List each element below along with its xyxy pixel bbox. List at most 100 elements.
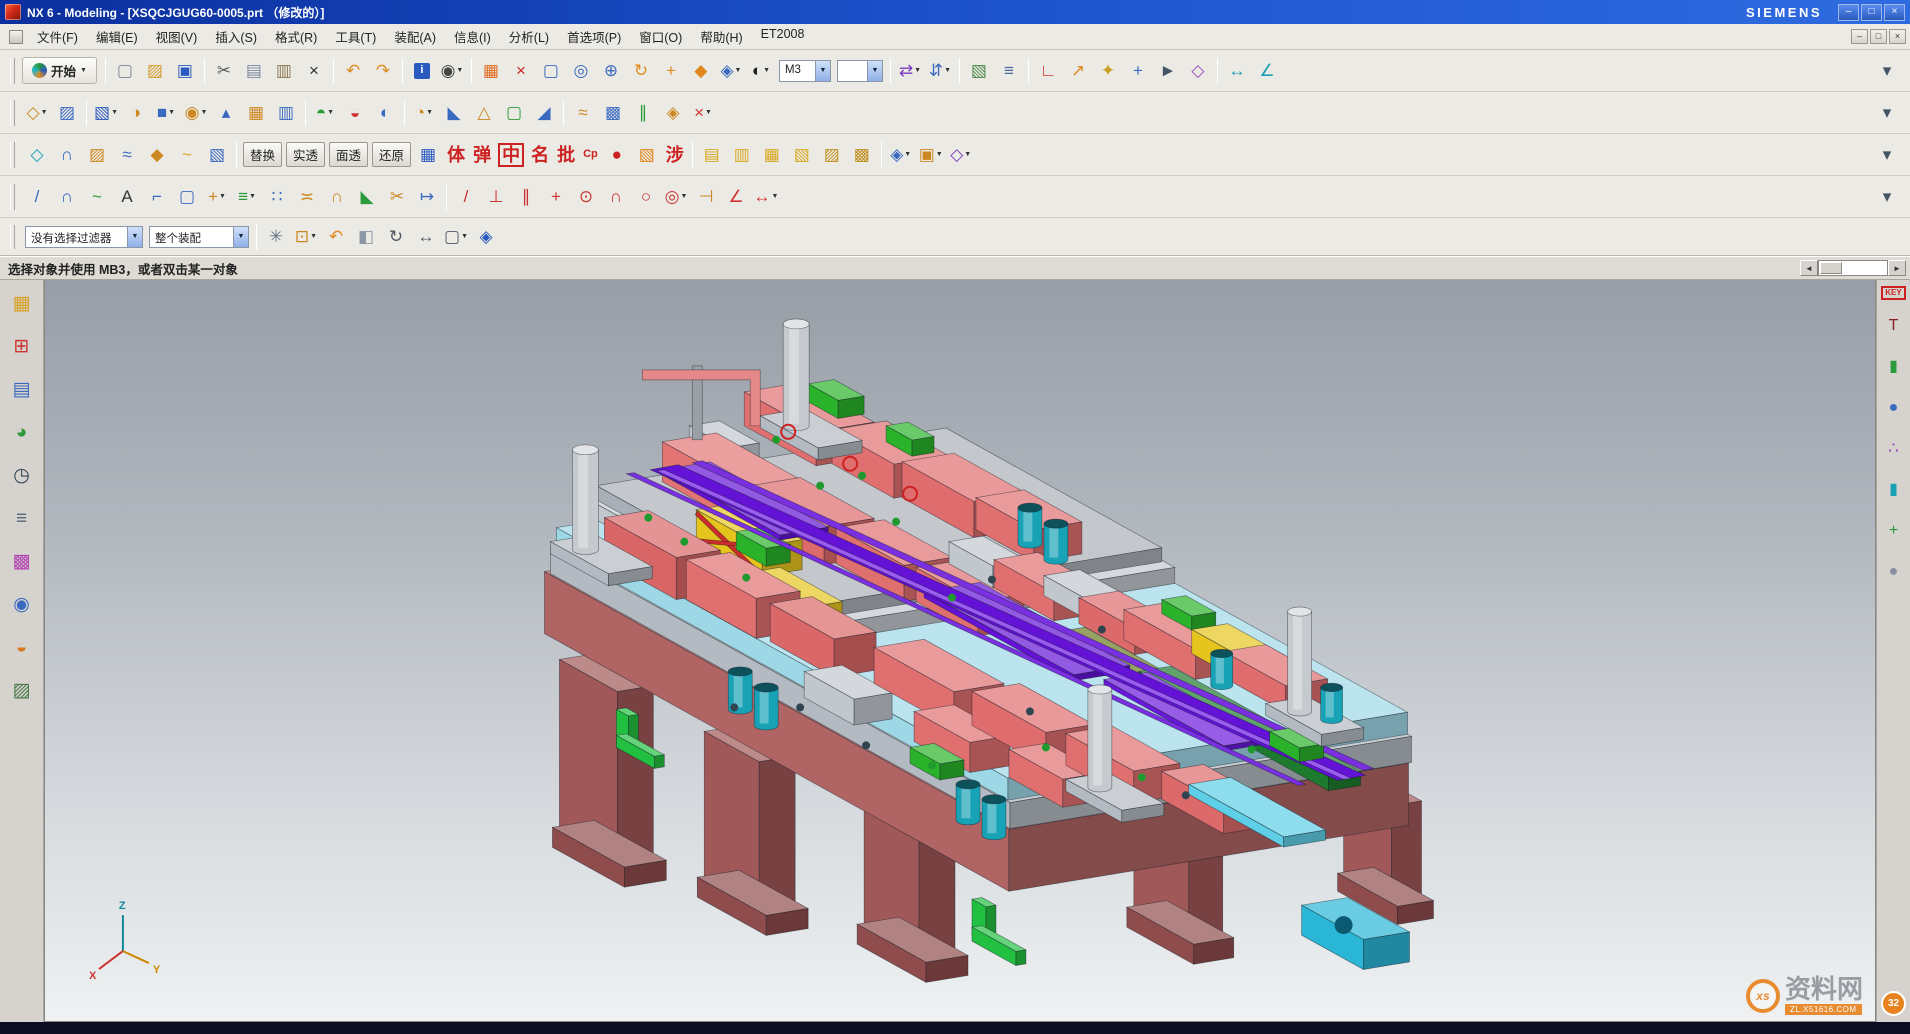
- sew-button[interactable]: ≈: [568, 98, 598, 128]
- center-button[interactable]: 中: [498, 143, 524, 167]
- view-combo[interactable]: ▼: [837, 60, 883, 82]
- dimension-button[interactable]: ↔▼: [751, 182, 781, 212]
- arc-button[interactable]: ∩: [52, 182, 82, 212]
- delete-button[interactable]: ×: [299, 56, 329, 86]
- interference-button[interactable]: 涉: [662, 140, 688, 170]
- system-materials-button[interactable]: ◉: [7, 589, 37, 619]
- layer-settings-button[interactable]: ≡: [994, 56, 1024, 86]
- intersection-point-button[interactable]: ⊙: [571, 182, 601, 212]
- toolbar-overflow-button[interactable]: ▾: [1872, 140, 1902, 170]
- trim-curve-button[interactable]: ✂: [382, 182, 412, 212]
- green-cell-button[interactable]: ▮: [1879, 352, 1909, 382]
- toolbar-overflow-button[interactable]: ▾: [1872, 56, 1902, 86]
- solid-transparent-button[interactable]: 实透: [286, 142, 325, 167]
- hole-button[interactable]: ◉▼: [181, 98, 211, 128]
- app-icon[interactable]: [5, 4, 21, 20]
- menu-preferences[interactable]: 首选项(P): [558, 24, 630, 49]
- close-window-button[interactable]: ×: [506, 56, 536, 86]
- gray-sphere-button[interactable]: ●: [1879, 557, 1909, 587]
- start-button[interactable]: 开始▼: [22, 57, 97, 84]
- assembly-navigator-button[interactable]: ▦: [7, 288, 37, 318]
- thicken-button[interactable]: ▧: [202, 140, 232, 170]
- rect-select-button[interactable]: ▢▼: [441, 222, 471, 252]
- wcs-orient-button[interactable]: ∟: [1033, 56, 1063, 86]
- datum-plane-button[interactable]: ◇▼: [22, 98, 52, 128]
- web-browser-button[interactable]: ≡: [7, 503, 37, 533]
- scale-body-button[interactable]: ◈: [658, 98, 688, 128]
- menu-file[interactable]: 文件(F): [28, 24, 87, 49]
- paste-button[interactable]: ▥: [269, 56, 299, 86]
- grid-face-button[interactable]: ▦: [413, 140, 443, 170]
- document-icon[interactable]: [9, 30, 23, 44]
- new-window-button[interactable]: ▢: [536, 56, 566, 86]
- show-shaded-button[interactable]: ◧: [351, 222, 381, 252]
- chamfer-button[interactable]: ◣: [439, 98, 469, 128]
- cue-scroll-left-button[interactable]: ◄: [1800, 260, 1818, 276]
- circle-button[interactable]: ○: [631, 182, 661, 212]
- extend-curve-button[interactable]: ↦: [412, 182, 442, 212]
- arc-3point-button[interactable]: ∩: [601, 182, 631, 212]
- promotions-button[interactable]: ▣▼: [916, 140, 946, 170]
- constraints-button[interactable]: ∠: [721, 182, 751, 212]
- window-layout-button[interactable]: ▦: [476, 56, 506, 86]
- mdi-restore-button[interactable]: □: [1870, 29, 1887, 44]
- add-tool-button[interactable]: +: [1879, 516, 1909, 546]
- menu-tools[interactable]: 工具(T): [326, 24, 385, 49]
- assembly-constraints-button[interactable]: ⇵▼: [925, 56, 955, 86]
- subtract-button[interactable]: ◒: [340, 98, 370, 128]
- offset-surface-button[interactable]: ∥: [628, 98, 658, 128]
- parallel-button[interactable]: ∥: [511, 182, 541, 212]
- maximize-button[interactable]: □: [1861, 4, 1882, 21]
- pan-view-button[interactable]: +: [656, 56, 686, 86]
- swept-button[interactable]: ∩: [52, 140, 82, 170]
- menu-window[interactable]: 窗口(O): [630, 24, 691, 49]
- cue-scroll-right-button[interactable]: ►: [1888, 260, 1906, 276]
- replace-button[interactable]: 替换: [243, 142, 282, 167]
- face-transparent-button[interactable]: 面透: [329, 142, 368, 167]
- graphics-window[interactable]: ZXY xs 资料网 ZL.X51616.COM: [44, 280, 1876, 1022]
- sphere-tool-button[interactable]: ●: [1879, 393, 1909, 423]
- move-component-button[interactable]: ⇄▼: [895, 56, 925, 86]
- selection-filter-combo[interactable]: 没有选择过滤器▼: [25, 226, 143, 248]
- history-palette-button[interactable]: ▩: [7, 546, 37, 576]
- vector-constructor-button[interactable]: ↗: [1063, 56, 1093, 86]
- pattern-curve-button[interactable]: ∷: [262, 182, 292, 212]
- toolbar-overflow-button[interactable]: ▾: [1872, 98, 1902, 128]
- minimize-button[interactable]: –: [1838, 4, 1859, 21]
- sketch-button[interactable]: ▨: [52, 98, 82, 128]
- cross-point-button[interactable]: +: [541, 182, 571, 212]
- through-curves-button[interactable]: ≈: [112, 140, 142, 170]
- zoom-window-button[interactable]: ◎: [566, 56, 596, 86]
- trim-body-button[interactable]: △: [469, 98, 499, 128]
- profile-button[interactable]: ⌐: [142, 182, 172, 212]
- face-lock-button[interactable]: ▥: [727, 140, 757, 170]
- menu-information[interactable]: 信息(I): [445, 24, 500, 49]
- redo-button[interactable]: ↷: [368, 56, 398, 86]
- point-constructor-button[interactable]: +: [1123, 56, 1153, 86]
- shell-button[interactable]: ▢: [499, 98, 529, 128]
- edge-blend-button[interactable]: ◔▼: [409, 98, 439, 128]
- block-button[interactable]: ■▼: [151, 98, 181, 128]
- menu-insert[interactable]: 插入(S): [206, 24, 266, 49]
- orange-block-button[interactable]: ▧: [632, 140, 662, 170]
- draft-button[interactable]: ◢: [529, 98, 559, 128]
- wave-gears-button[interactable]: ✳: [261, 222, 291, 252]
- user-tools-button[interactable]: ◒: [7, 632, 37, 662]
- four-point-surface-button[interactable]: ◇: [22, 140, 52, 170]
- boss-button[interactable]: ▴: [211, 98, 241, 128]
- fit-view-button[interactable]: ↻: [626, 56, 656, 86]
- patch-button[interactable]: ▩: [598, 98, 628, 128]
- shaded-cube-button[interactable]: ◈: [471, 222, 501, 252]
- menu-format[interactable]: 格式(R): [266, 24, 326, 49]
- cut-button[interactable]: ✂: [209, 56, 239, 86]
- page-badge[interactable]: 32: [1881, 991, 1906, 1016]
- undo-selection-button[interactable]: ↶: [321, 222, 351, 252]
- cue-scroll-track[interactable]: [1818, 260, 1888, 276]
- menu-help[interactable]: 帮助(H): [691, 24, 751, 49]
- copy-display-button[interactable]: ▧: [964, 56, 994, 86]
- menu-assemblies[interactable]: 装配(A): [385, 24, 445, 49]
- red-ball-button[interactable]: ●: [602, 140, 632, 170]
- trimetric-view-button[interactable]: ◆: [686, 56, 716, 86]
- face-wave-button[interactable]: ▤: [697, 140, 727, 170]
- tool-palette-button[interactable]: T: [1879, 311, 1909, 341]
